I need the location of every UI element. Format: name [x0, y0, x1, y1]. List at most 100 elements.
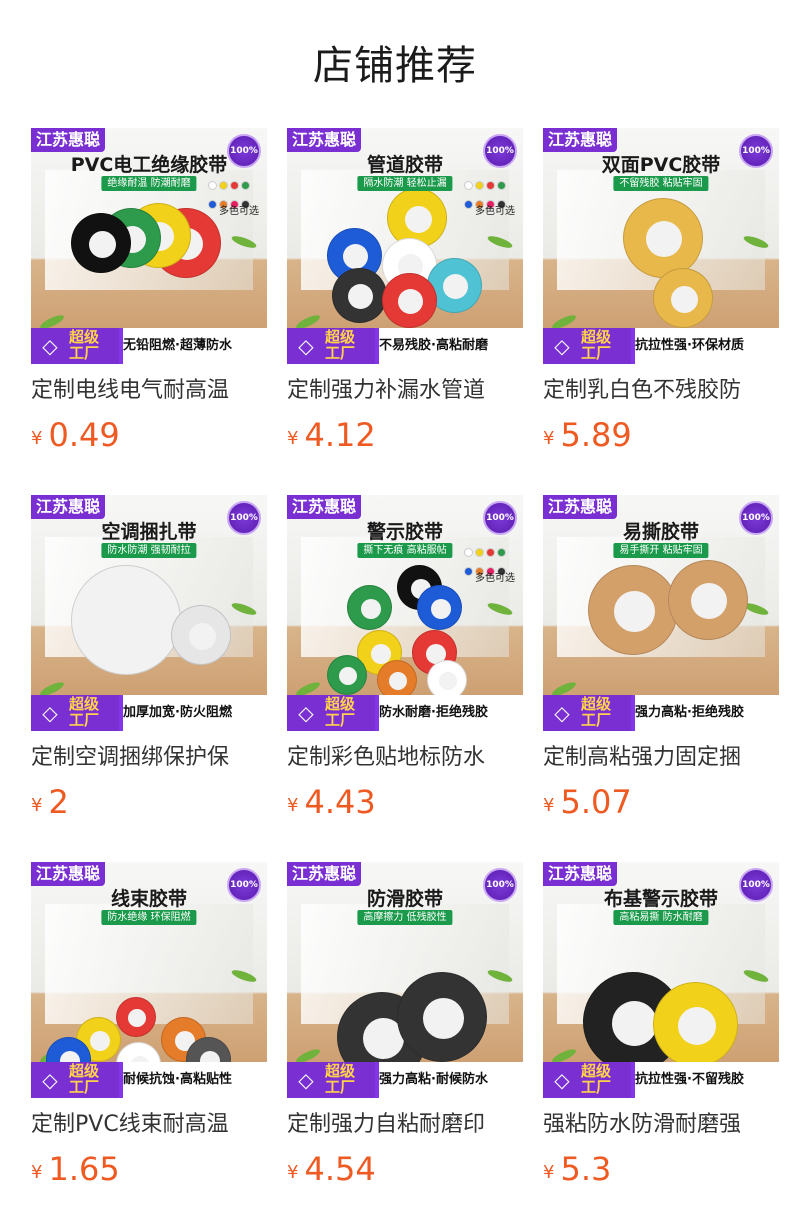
banner-slogan: 抗拉性强·不留残胶 — [635, 1062, 777, 1098]
product-name[interactable]: 定制强力自粘耐磨印 — [287, 1110, 523, 1140]
image-product-title: 警示胶带 — [366, 521, 443, 543]
product-image[interactable]: 江苏惠聪 100% 警示胶带 撕下无痕 高粘服帖 多色可选 ◇ 超级 工厂 防水… — [287, 495, 523, 731]
promo-banner: ◇ 超级 工厂 强力高粘·拒绝残胶 — [543, 695, 779, 731]
product-image[interactable]: 江苏惠聪 100% PVC电工绝缘胶带 绝缘耐温 防潮耐磨 多色可选 ◇ 超级 … — [31, 128, 267, 364]
currency-symbol: ¥ — [287, 1162, 299, 1183]
price-value: 4.12 — [304, 416, 376, 454]
product-name[interactable]: 定制彩色贴地标防水 — [287, 743, 523, 773]
product-card[interactable]: 江苏惠聪 100% 布基警示胶带 高粘易撕 防水耐磨 ◇ 超级 工厂 抗拉性强·… — [543, 862, 779, 1192]
image-tagline: 绝缘耐温 防潮耐磨 — [101, 176, 197, 191]
brand-tag: 江苏惠聪 — [543, 862, 618, 886]
brand-tag: 江苏惠聪 — [287, 862, 362, 886]
image-product-title: PVC电工绝缘胶带 — [70, 154, 228, 176]
color-swatch — [497, 548, 506, 557]
super-factory-label: 超级 工厂 — [69, 695, 100, 729]
section-title: 店铺推荐 — [313, 43, 477, 89]
tape-roll-image — [347, 585, 392, 630]
image-product-title: 线束胶带 — [110, 888, 187, 910]
super-factory-label: 超级 工厂 — [581, 328, 612, 362]
image-tagline: 隔水防潮 轻松止漏 — [357, 176, 453, 191]
product-image[interactable]: 江苏惠聪 100% 线束胶带 防水绝缘 环保阻燃 ◇ 超级 工厂 耐候抗蚀·高粘… — [31, 862, 267, 1098]
price-value: 2 — [48, 783, 69, 821]
product-name[interactable]: 强粘防水防滑耐磨强 — [543, 1110, 779, 1140]
price-value: 1.65 — [48, 1150, 120, 1188]
product-image[interactable]: 江苏惠聪 100% 双面PVC胶带 不留残胶 粘贴牢固 ◇ 超级 工厂 抗拉性强… — [543, 128, 779, 364]
product-price: ¥5.07 — [543, 783, 779, 823]
multi-color-label: 多色可选 — [475, 206, 515, 217]
product-name[interactable]: 定制强力补漏水管道 — [287, 376, 523, 406]
color-swatch — [208, 200, 217, 209]
diamond-icon: ◇ — [554, 1068, 570, 1092]
product-card[interactable]: 江苏惠聪 100% 空调捆扎带 防水防潮 强韧耐拉 ◇ 超级 工厂 加厚加宽·防… — [31, 495, 267, 825]
tape-roll-image — [653, 982, 738, 1067]
diamond-icon: ◇ — [42, 701, 58, 725]
super-factory-label: 超级 工厂 — [325, 695, 356, 729]
currency-symbol: ¥ — [31, 1162, 43, 1183]
product-name[interactable]: 定制高粘强力固定捆 — [543, 743, 779, 773]
image-product-title: 布基警示胶带 — [603, 888, 718, 910]
product-image[interactable]: 江苏惠聪 100% 管道胶带 隔水防潮 轻松止漏 多色可选 ◇ 超级 工厂 不易… — [287, 128, 523, 364]
product-card[interactable]: 江苏惠聪 100% 线束胶带 防水绝缘 环保阻燃 ◇ 超级 工厂 耐候抗蚀·高粘… — [31, 862, 267, 1192]
currency-symbol: ¥ — [31, 795, 43, 816]
banner-slogan: 防水耐磨·拒绝残胶 — [379, 695, 521, 731]
product-image[interactable]: 江苏惠聪 100% 空调捆扎带 防水防潮 强韧耐拉 ◇ 超级 工厂 加厚加宽·防… — [31, 495, 267, 731]
product-name[interactable]: 定制PVC线束耐高温 — [31, 1110, 267, 1140]
promo-banner: ◇ 超级 工厂 加厚加宽·防火阻燃 — [31, 695, 267, 731]
tape-roll-image — [623, 198, 703, 278]
diamond-icon: ◇ — [554, 334, 570, 358]
image-tagline: 易手撕开 粘贴牢固 — [613, 543, 709, 558]
currency-symbol: ¥ — [287, 428, 299, 449]
color-swatch — [497, 181, 506, 190]
brand-tag: 江苏惠聪 — [31, 862, 106, 886]
tape-roll-image — [653, 268, 713, 328]
diamond-icon: ◇ — [42, 334, 58, 358]
tape-roll-image — [71, 213, 131, 273]
currency-symbol: ¥ — [543, 795, 555, 816]
color-swatch — [464, 548, 473, 557]
color-swatch — [219, 181, 228, 190]
image-tagline: 防水防潮 强韧耐拉 — [101, 543, 197, 558]
product-card[interactable]: 江苏惠聪 100% PVC电工绝缘胶带 绝缘耐温 防潮耐磨 多色可选 ◇ 超级 … — [31, 128, 267, 458]
price-value: 5.89 — [560, 416, 632, 454]
color-swatch — [241, 181, 250, 190]
price-value: 0.49 — [48, 416, 120, 454]
image-tagline: 防水绝缘 环保阻燃 — [101, 910, 197, 925]
super-factory-label: 超级 工厂 — [325, 1062, 356, 1096]
product-card[interactable]: 江苏惠聪 100% 管道胶带 隔水防潮 轻松止漏 多色可选 ◇ 超级 工厂 不易… — [287, 128, 523, 458]
multi-color-label: 多色可选 — [219, 206, 259, 217]
product-price: ¥0.49 — [31, 416, 267, 456]
tape-roll-image — [171, 605, 231, 665]
color-swatch — [464, 200, 473, 209]
brand-tag: 江苏惠聪 — [31, 128, 106, 152]
product-card[interactable]: 江苏惠聪 100% 警示胶带 撕下无痕 高粘服帖 多色可选 ◇ 超级 工厂 防水… — [287, 495, 523, 825]
promo-banner: ◇ 超级 工厂 强力高粘·耐候防水 — [287, 1062, 523, 1098]
product-card[interactable]: 江苏惠聪 100% 双面PVC胶带 不留残胶 粘贴牢固 ◇ 超级 工厂 抗拉性强… — [543, 128, 779, 458]
product-price: ¥4.43 — [287, 783, 523, 823]
currency-symbol: ¥ — [543, 428, 555, 449]
product-price: ¥1.65 — [31, 1150, 267, 1190]
color-swatch — [486, 548, 495, 557]
product-image[interactable]: 江苏惠聪 100% 易撕胶带 易手撕开 粘贴牢固 ◇ 超级 工厂 强力高粘·拒绝… — [543, 495, 779, 731]
brand-tag: 江苏惠聪 — [543, 128, 618, 152]
diamond-icon: ◇ — [42, 1068, 58, 1092]
tape-roll-image — [71, 565, 181, 675]
product-name[interactable]: 定制乳白色不残胶防 — [543, 376, 779, 406]
product-price: ¥4.12 — [287, 416, 523, 456]
promo-banner: ◇ 超级 工厂 抗拉性强·不留残胶 — [543, 1062, 779, 1098]
tape-roll-image — [417, 585, 462, 630]
product-image[interactable]: 江苏惠聪 100% 布基警示胶带 高粘易撕 防水耐磨 ◇ 超级 工厂 抗拉性强·… — [543, 862, 779, 1098]
price-value: 5.07 — [560, 783, 632, 821]
product-name[interactable]: 定制电线电气耐高温 — [31, 376, 267, 406]
product-name[interactable]: 定制空调捆绑保护保 — [31, 743, 267, 773]
super-factory-label: 超级 工厂 — [69, 1062, 100, 1096]
product-card[interactable]: 江苏惠聪 100% 易撕胶带 易手撕开 粘贴牢固 ◇ 超级 工厂 强力高粘·拒绝… — [543, 495, 779, 825]
tape-roll-image — [332, 268, 387, 323]
product-card[interactable]: 江苏惠聪 100% 防滑胶带 高摩擦力 低残胶性 ◇ 超级 工厂 强力高粘·耐候… — [287, 862, 523, 1192]
product-image[interactable]: 江苏惠聪 100% 防滑胶带 高摩擦力 低残胶性 ◇ 超级 工厂 强力高粘·耐候… — [287, 862, 523, 1098]
price-value: 4.43 — [304, 783, 376, 821]
product-price: ¥4.54 — [287, 1150, 523, 1190]
super-factory-label: 超级 工厂 — [581, 695, 612, 729]
tape-roll-image — [668, 560, 748, 640]
brand-tag: 江苏惠聪 — [287, 495, 362, 519]
image-product-title: 管道胶带 — [366, 154, 443, 176]
